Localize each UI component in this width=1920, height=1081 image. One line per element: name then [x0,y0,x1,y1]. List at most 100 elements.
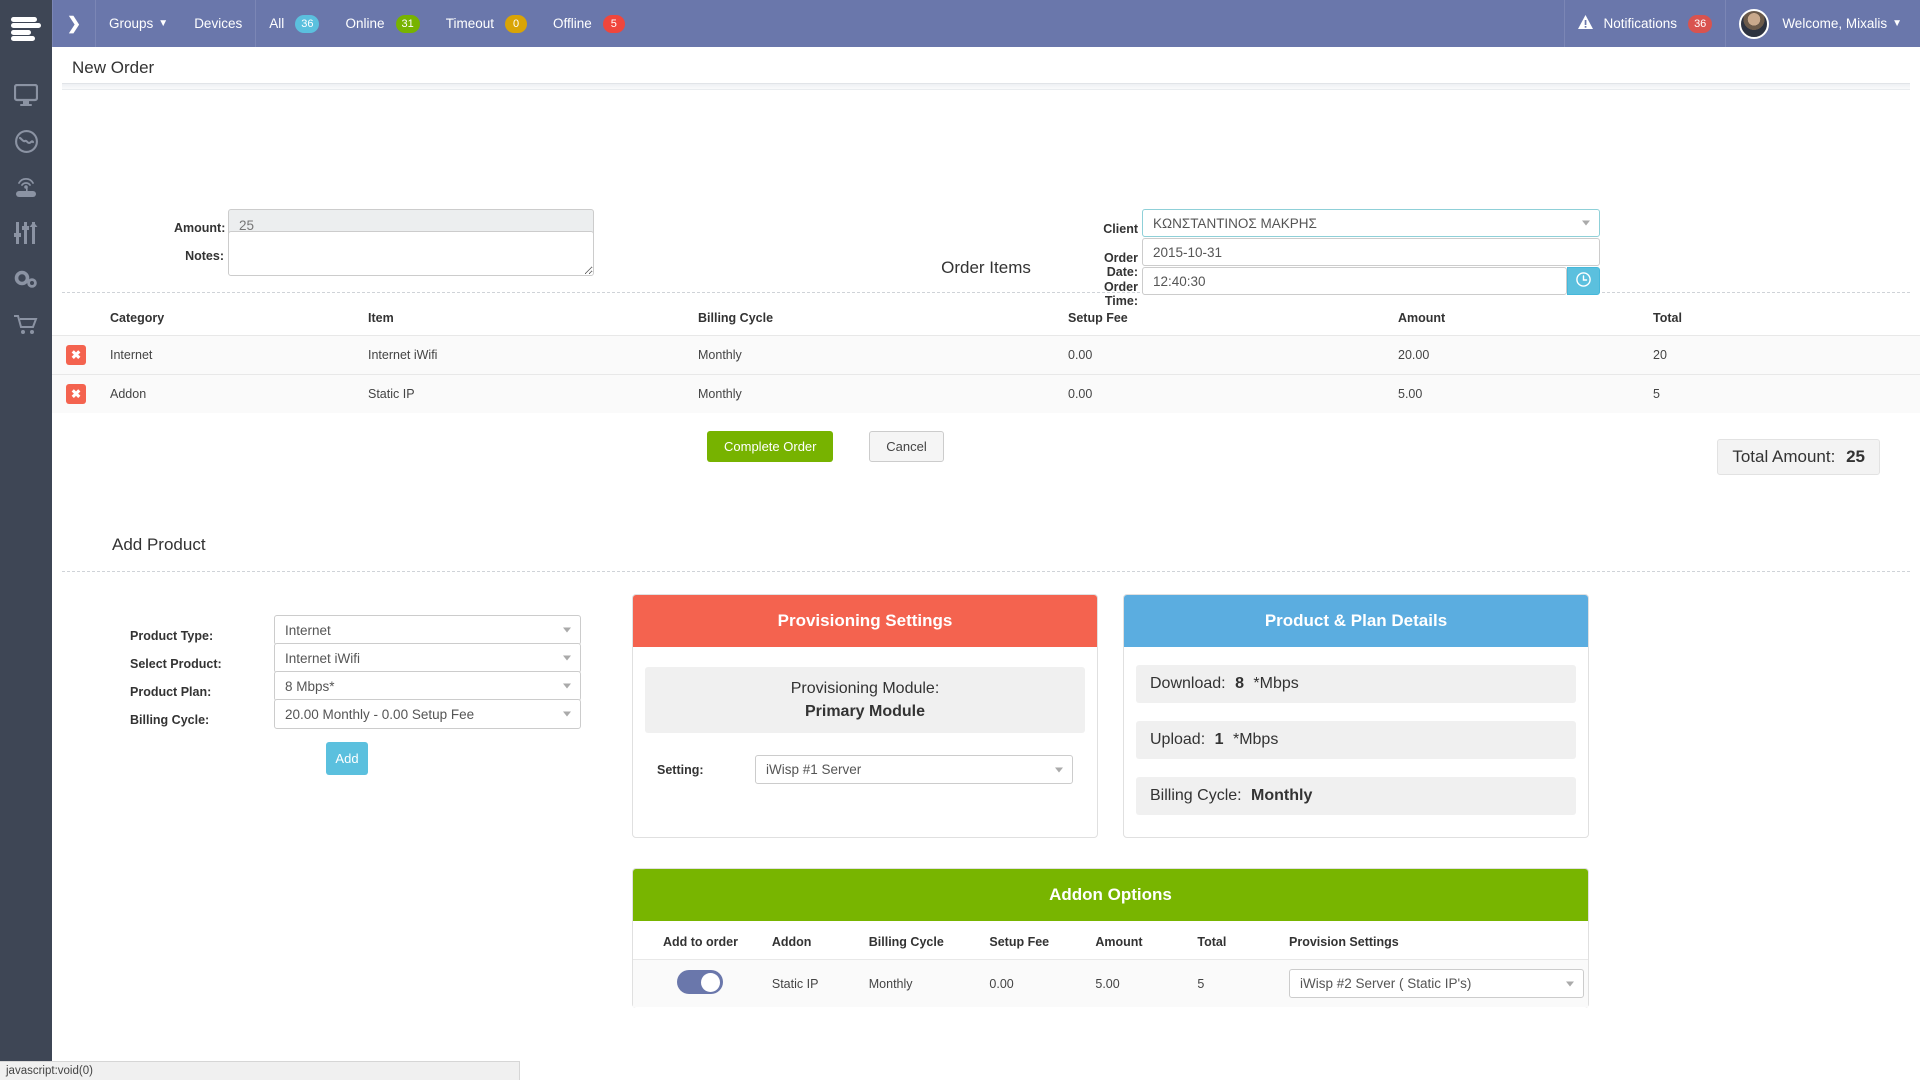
sliders-icon [14,222,38,244]
cell-amount: 5.00 [1394,375,1649,414]
sidebar-logo[interactable] [0,0,52,58]
addon-options-title: Addon Options [633,869,1588,921]
notes-label: Notes: [174,249,224,263]
provision-settings-value[interactable] [1289,969,1584,998]
col-addon-total: Total [1193,921,1285,960]
order-actions: Complete Order Cancel Total Amount: 25 [52,413,1920,499]
col-addon-setup-fee: Setup Fee [985,921,1091,960]
select-product-label: Select Product: [130,657,230,671]
caret-down-icon [1055,767,1063,772]
topbar-right: Notifications 36 Welcome, Mixalis ▼ [1564,0,1920,47]
topbar: ❯ Groups ▼ Devices All 36 Online 31 Time… [52,0,1920,47]
cell-item: Internet iWifi [364,336,694,375]
complete-order-button[interactable]: Complete Order [707,431,833,462]
sidebar-item-devices[interactable] [0,164,52,210]
nav-groups[interactable]: Groups ▼ [96,0,181,47]
time-picker-button[interactable] [1567,267,1600,295]
sidebar-item-configuration[interactable] [0,256,52,302]
product-type-value[interactable] [274,615,581,645]
notes-textarea[interactable] [228,231,594,276]
caret-down-icon: ▼ [1892,18,1902,29]
product-type-select[interactable] [274,615,581,645]
cell-total: 20 [1649,336,1920,375]
client-label: Client [1088,222,1138,236]
notifications-button[interactable]: Notifications 36 [1565,0,1726,47]
remove-x-icon[interactable]: ✖ [66,384,86,404]
nav-status-online[interactable]: Online 31 [332,0,432,47]
addon-setup-fee: 0.00 [985,960,1091,1008]
cell-category: Internet [106,336,364,375]
setting-select[interactable] [755,755,1073,784]
order-form: Amount: Notes: Client Order Date: Order … [52,90,1920,238]
status-badge-all: 36 [295,15,319,33]
provision-settings-select[interactable] [1289,969,1584,998]
cancel-button[interactable]: Cancel [869,431,943,462]
cell-billing-cycle: Monthly [694,375,1064,414]
nav-devices[interactable]: Devices [181,0,255,47]
monitor-icon [14,84,38,106]
order-date-input[interactable] [1142,238,1600,266]
client-select[interactable] [1142,209,1600,237]
sidebar-toggle-button[interactable]: ❯ [52,0,96,47]
plan-billing-label: Billing Cycle: [1150,787,1242,804]
caret-down-icon [563,712,571,717]
notifications-badge: 36 [1688,15,1712,33]
product-plan-value[interactable] [274,671,581,701]
plan-row-billing-cycle: Billing Cycle: Monthly [1136,777,1576,815]
user-menu[interactable]: Welcome, Mixalis ▼ [1726,0,1920,47]
nav-status-all[interactable]: All 36 [256,0,332,47]
download-unit: *Mbps [1253,675,1298,692]
provisioning-module-box: Provisioning Module: Primary Module [645,667,1085,733]
add-product-button[interactable]: Add [326,742,368,775]
cell-total: 5 [1649,375,1920,414]
amount-label: Amount: [174,221,224,235]
caret-down-icon [563,684,571,689]
nav-status-timeout[interactable]: Timeout 0 [433,0,540,47]
order-time-input[interactable] [1142,267,1567,295]
plan-billing-value: Monthly [1251,787,1312,804]
panel-divider [62,83,1910,90]
product-plan-select[interactable] [274,671,581,701]
select-product-value[interactable] [274,643,581,673]
welcome-label: Welcome, Mixalis [1782,16,1887,31]
sidebar-item-settings-sliders[interactable] [0,210,52,256]
product-type-label: Product Type: [130,629,230,643]
new-order-header: New Order [62,53,1908,83]
wifi-router-icon [13,175,39,199]
upload-value: 1 [1215,731,1224,748]
cell-item: Static IP [364,375,694,414]
cell-category: Addon [106,375,364,414]
billing-cycle-label: Billing Cycle: [130,713,230,727]
plan-details-card: Product & Plan Details Download: 8 *Mbps… [1123,594,1589,838]
addon-billing-cycle: Monthly [865,960,986,1008]
plan-row-upload: Upload: 1 *Mbps [1136,721,1576,759]
order-items-table: Category Item Billing Cycle Setup Fee Am… [52,305,1920,413]
remove-x-icon[interactable]: ✖ [66,345,86,365]
billing-cycle-value[interactable] [274,699,581,729]
total-amount-value: 25 [1846,447,1865,466]
upload-label: Upload: [1150,731,1205,748]
nav-status-offline[interactable]: Offline 5 [540,0,638,47]
table-header-row: Category Item Billing Cycle Setup Fee Am… [52,305,1920,336]
select-product-select[interactable] [274,643,581,673]
sidebar-item-billing[interactable] [0,302,52,348]
caret-down-icon: ▼ [158,18,168,29]
upload-unit: *Mbps [1233,731,1278,748]
sidebar-item-network[interactable] [0,118,52,164]
add-product-title: Add Product [112,535,206,554]
order-date-label: Order Date: [1072,251,1138,279]
hamburger-logo-icon [11,17,41,41]
billing-cycle-select[interactable] [274,699,581,729]
plan-details-title: Product & Plan Details [1124,595,1588,647]
setting-value[interactable] [755,755,1073,784]
provisioning-module-value: Primary Module [659,700,1071,723]
total-amount-box: Total Amount: 25 [1717,439,1880,475]
toggle-switch-on[interactable] [677,970,723,994]
sidebar-item-dashboard[interactable] [0,72,52,118]
caret-down-icon [1566,981,1574,986]
client-select-value[interactable] [1142,209,1600,237]
order-items-divider [62,292,1910,293]
add-product-header: Add Product [52,499,1920,555]
product-plan-label: Product Plan: [130,685,230,699]
plan-row-download: Download: 8 *Mbps [1136,665,1576,703]
